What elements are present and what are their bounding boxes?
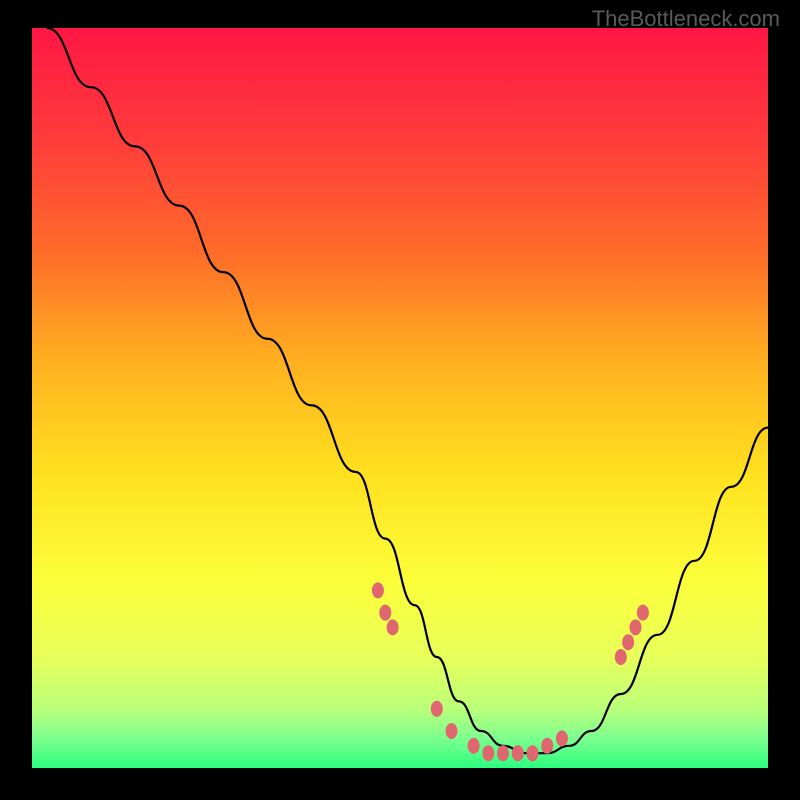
marker-point: [431, 701, 443, 717]
curve-layer: [32, 28, 768, 768]
marker-point: [637, 605, 649, 621]
marker-point: [372, 582, 384, 598]
marker-point: [615, 649, 627, 665]
marker-point: [379, 605, 391, 621]
marker-point: [482, 745, 494, 761]
highlight-markers: [372, 582, 649, 761]
marker-point: [497, 745, 509, 761]
marker-point: [387, 619, 399, 635]
marker-point: [630, 619, 642, 635]
marker-point: [446, 723, 458, 739]
marker-point: [556, 730, 568, 746]
chart-container: TheBottleneck.com: [0, 0, 800, 800]
watermark-text: TheBottleneck.com: [592, 6, 780, 32]
marker-point: [622, 634, 634, 650]
marker-point: [541, 738, 553, 754]
plot-area: [32, 28, 768, 768]
marker-point: [512, 745, 524, 761]
bottleneck-curve: [47, 28, 768, 753]
marker-point: [526, 745, 538, 761]
marker-point: [468, 738, 480, 754]
